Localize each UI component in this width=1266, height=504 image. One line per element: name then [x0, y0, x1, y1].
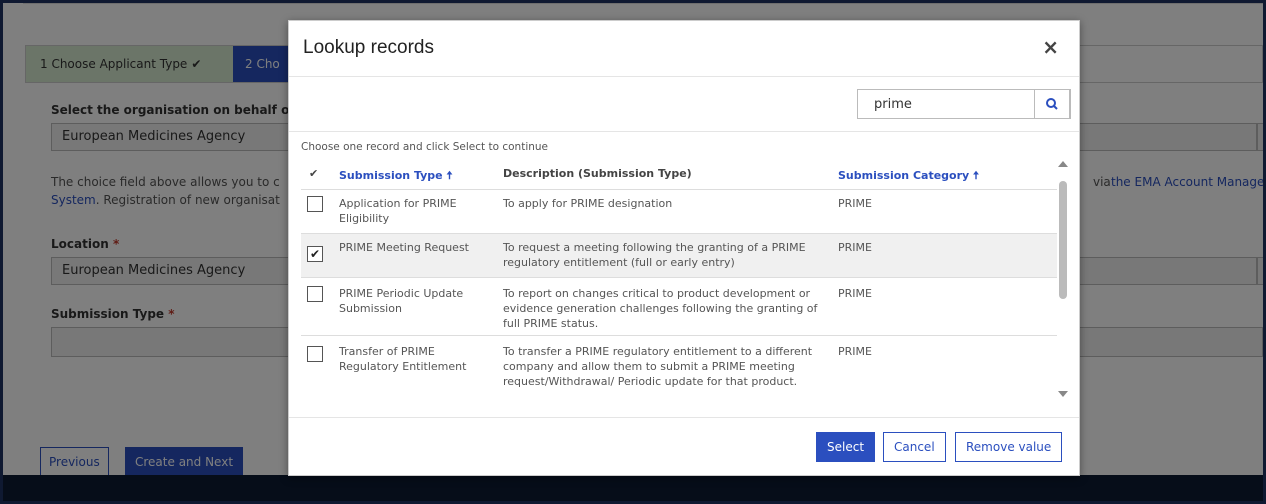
table-row[interactable]: Application for PRIME Eligibility To appl…: [301, 189, 1057, 233]
cell-submission-type: PRIME Meeting Request: [339, 241, 469, 254]
cell-submission-type: Application for PRIME Eligibility: [339, 197, 457, 225]
remove-value-button[interactable]: Remove value: [955, 432, 1063, 462]
scroll-up-arrow-icon[interactable]: [1058, 161, 1068, 167]
cell-submission-category: PRIME: [838, 197, 872, 210]
column-header-submission-category[interactable]: Submission Category 🠅: [838, 167, 979, 186]
search-input[interactable]: [858, 90, 1038, 118]
instruction-text: Choose one record and click Select to co…: [301, 141, 549, 153]
dialog-title: Lookup records: [303, 37, 434, 58]
cell-description: To report on changes critical to product…: [503, 287, 818, 330]
column-header-description[interactable]: Description (Submission Type): [503, 167, 692, 180]
search-box: [857, 89, 1071, 119]
table-row[interactable]: ✔ PRIME Meeting Request To request a mee…: [301, 233, 1057, 277]
row-checkbox[interactable]: [307, 346, 323, 362]
lookup-records-dialog: Lookup records × Choose one record and c…: [288, 20, 1080, 476]
dialog-footer: Select Cancel Remove value: [289, 417, 1079, 477]
row-checkbox[interactable]: [307, 196, 323, 212]
sort-ascending-icon: 🠅: [446, 169, 453, 182]
search-icon: [1046, 98, 1058, 110]
select-button[interactable]: Select: [816, 432, 876, 462]
results-grid: ✔ Submission Type 🠅 Description (Submiss…: [301, 159, 1061, 397]
table-row[interactable]: Transfer of PRIME Regulatory Entitlement …: [301, 335, 1057, 397]
grid-header: ✔ Submission Type 🠅 Description (Submiss…: [301, 159, 1061, 189]
search-button[interactable]: [1034, 89, 1070, 119]
close-icon[interactable]: ×: [1042, 35, 1059, 59]
scroll-down-arrow-icon[interactable]: [1058, 391, 1068, 397]
cell-description: To request a meeting following the grant…: [503, 241, 806, 269]
cell-submission-category: PRIME: [838, 287, 872, 300]
scrollbar-thumb[interactable]: [1059, 181, 1067, 299]
dialog-header: Lookup records ×: [289, 21, 1079, 77]
select-all-check-icon[interactable]: ✔: [309, 167, 318, 180]
cancel-button[interactable]: Cancel: [883, 432, 946, 462]
row-checkbox[interactable]: [307, 286, 323, 302]
table-row[interactable]: PRIME Periodic Update Submission To repor…: [301, 277, 1057, 335]
divider: [289, 131, 1079, 132]
cell-description: To apply for PRIME designation: [503, 197, 673, 210]
sort-ascending-icon: 🠅: [973, 169, 980, 182]
cell-description: To transfer a PRIME regulatory entitleme…: [503, 345, 813, 388]
cell-submission-type: PRIME Periodic Update Submission: [339, 287, 464, 315]
column-header-submission-type[interactable]: Submission Type 🠅: [339, 167, 453, 186]
cell-submission-category: PRIME: [838, 241, 872, 254]
grid-scrollbar[interactable]: [1057, 161, 1069, 397]
cell-submission-category: PRIME: [838, 345, 872, 358]
row-checkbox[interactable]: ✔: [307, 246, 323, 262]
cell-submission-type: Transfer of PRIME Regulatory Entitlement: [339, 345, 467, 373]
